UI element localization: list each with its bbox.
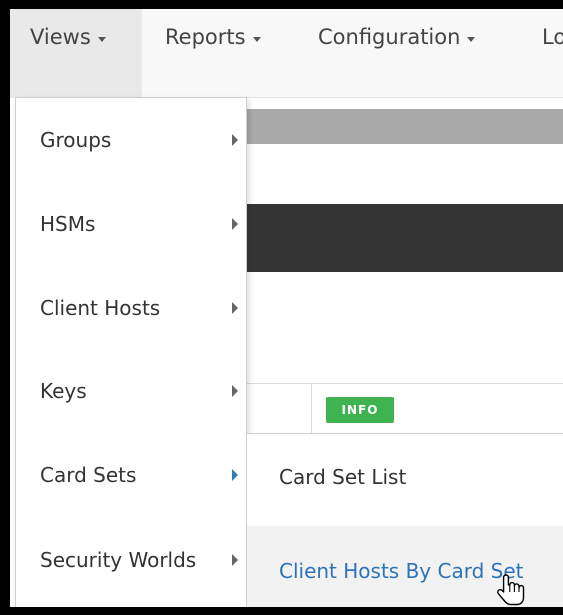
menu-item-label: Card Sets bbox=[40, 463, 137, 487]
chevron-right-icon bbox=[232, 218, 238, 230]
menu-item-label: Keys bbox=[40, 379, 87, 403]
chevron-right-icon bbox=[232, 385, 238, 397]
hand-pointer-icon bbox=[497, 574, 525, 606]
nav-reports-menu[interactable]: Reports bbox=[165, 9, 261, 97]
chevron-right-icon bbox=[232, 554, 238, 566]
nav-reports-label: Reports bbox=[165, 25, 246, 49]
caret-down-icon bbox=[252, 37, 261, 42]
submenu-item-card-set-list[interactable]: Card Set List bbox=[247, 434, 563, 520]
submenu-item-label: Card Set List bbox=[279, 465, 407, 489]
nav-configuration-menu[interactable]: Configuration bbox=[318, 9, 476, 97]
nav-views-label: Views bbox=[30, 25, 91, 49]
app-frame: INFO Views Reports Configuration Lo Grou… bbox=[0, 0, 563, 615]
info-badge: INFO bbox=[326, 397, 394, 423]
menu-item-keys[interactable]: Keys bbox=[16, 349, 246, 433]
menu-item-label: Client Hosts bbox=[40, 296, 161, 320]
table-column-divider bbox=[311, 383, 312, 435]
nav-partial-menu[interactable]: Lo bbox=[542, 9, 563, 97]
menu-item-groups[interactable]: Groups bbox=[16, 98, 246, 182]
chevron-right-icon bbox=[232, 302, 238, 314]
table-divider bbox=[245, 383, 563, 384]
nav-views-menu[interactable]: Views bbox=[10, 9, 142, 97]
menu-item-hsms[interactable]: HSMs bbox=[16, 182, 246, 266]
menu-item-client-hosts[interactable]: Client Hosts bbox=[16, 266, 246, 350]
caret-down-icon bbox=[97, 37, 106, 42]
menu-item-card-sets[interactable]: Card Sets bbox=[16, 433, 246, 517]
menu-item-security-worlds[interactable]: Security Worlds bbox=[16, 518, 246, 602]
chevron-right-icon bbox=[232, 134, 238, 146]
caret-down-icon bbox=[467, 37, 476, 42]
page-dark-banner bbox=[245, 204, 563, 272]
page-header-bar bbox=[245, 109, 563, 144]
top-navbar: Views Reports Configuration Lo bbox=[10, 9, 563, 98]
views-dropdown-menu: Groups HSMs Client Hosts Keys Card Sets … bbox=[15, 97, 247, 607]
nav-configuration-label: Configuration bbox=[318, 25, 461, 49]
menu-item-label: Groups bbox=[40, 128, 112, 152]
menu-item-label: HSMs bbox=[40, 212, 96, 236]
nav-partial-label: Lo bbox=[542, 25, 563, 49]
menu-item-label: Security Worlds bbox=[40, 548, 197, 572]
submenu-item-label: Client Hosts By Card Set bbox=[279, 559, 524, 583]
chevron-right-icon bbox=[232, 469, 238, 481]
